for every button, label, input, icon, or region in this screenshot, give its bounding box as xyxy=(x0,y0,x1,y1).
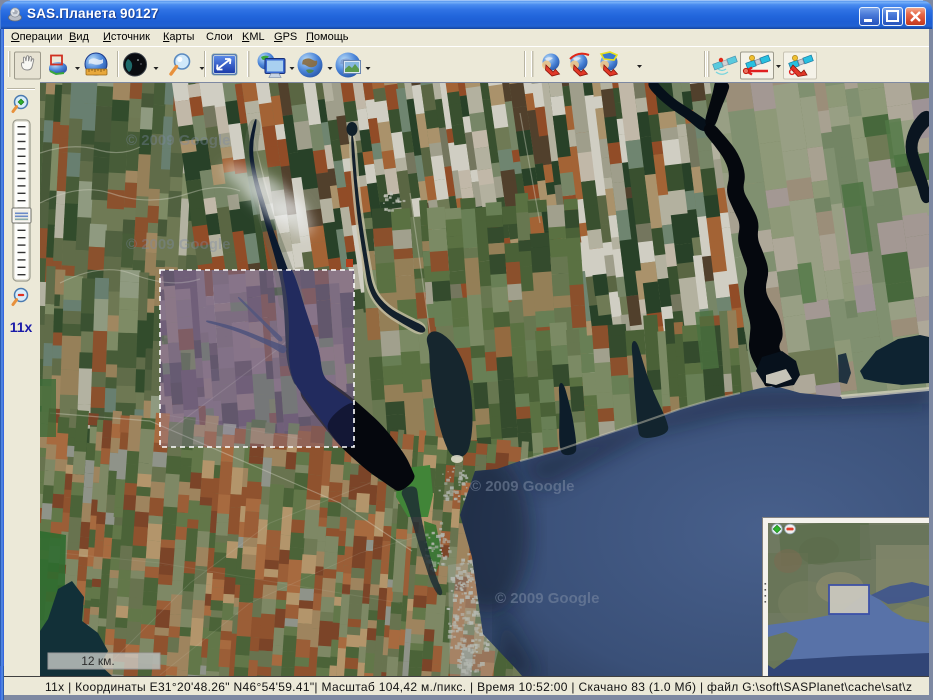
svg-text:12 км.: 12 км. xyxy=(81,654,115,668)
svg-text:11x: 11x xyxy=(10,319,33,335)
svg-text:© 2009 Google: © 2009 Google xyxy=(470,478,574,495)
svg-text:© 2009 Google: © 2009 Google xyxy=(126,236,230,253)
svg-text:© 2009 Google: © 2009 Google xyxy=(495,590,599,607)
svg-text:© 2009 Google: © 2009 Google xyxy=(126,132,230,149)
